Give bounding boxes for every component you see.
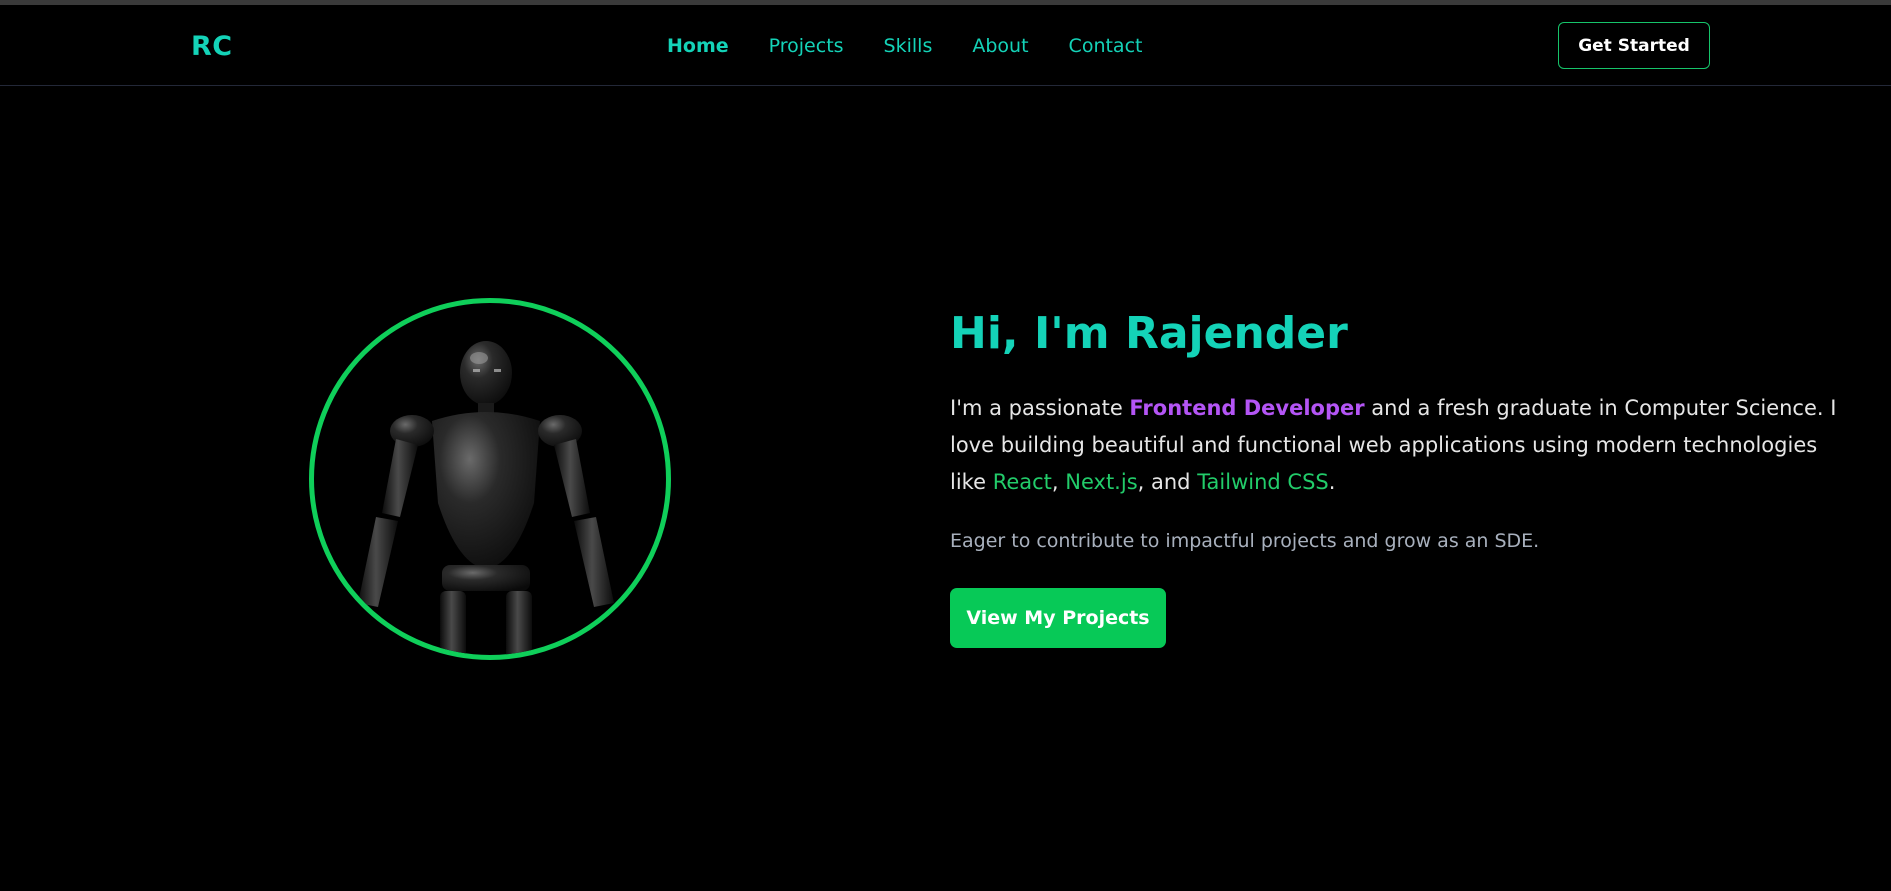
nav-links: Home Projects Skills About Contact — [667, 35, 1182, 57]
avatar — [309, 298, 671, 660]
hero-subtitle: Eager to contribute to impactful project… — [950, 530, 1540, 552]
get-started-button[interactable]: Get Started — [1558, 22, 1710, 69]
nav-link-home[interactable]: Home — [667, 35, 729, 57]
nav-link-projects[interactable]: Projects — [769, 35, 844, 57]
navbar: RC Home Projects Skills About Contact Ge… — [0, 5, 1891, 86]
view-projects-button[interactable]: View My Projects — [950, 588, 1166, 648]
hero-description-text: I'm a passionate — [950, 396, 1130, 420]
separator: , and — [1137, 470, 1198, 494]
nav-link-skills[interactable]: Skills — [884, 35, 933, 57]
robot-figure-icon — [358, 341, 614, 655]
separator: , — [1051, 470, 1066, 494]
tech-react: React — [992, 470, 1052, 494]
role-highlight: Frontend Developer — [1129, 396, 1365, 420]
tech-tailwind: Tailwind CSS — [1197, 470, 1329, 494]
hero-description: I'm a passionate Frontend Developer and … — [950, 390, 1850, 501]
hero-title: Hi, I'm Rajender — [950, 308, 1348, 359]
logo[interactable]: RC — [191, 31, 233, 62]
nav-link-about[interactable]: About — [972, 35, 1028, 57]
separator: . — [1328, 470, 1336, 494]
nav-link-contact[interactable]: Contact — [1069, 35, 1143, 57]
tech-nextjs: Next.js — [1065, 470, 1138, 494]
